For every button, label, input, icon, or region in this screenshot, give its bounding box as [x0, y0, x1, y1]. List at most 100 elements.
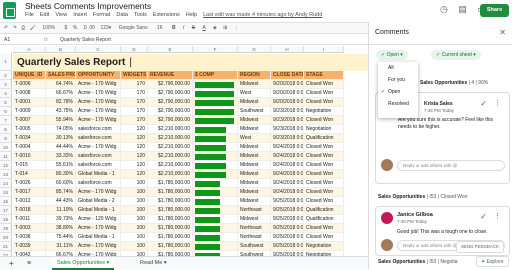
data-cell[interactable]: 66.67% — [46, 89, 76, 98]
comp-cell[interactable] — [193, 98, 238, 107]
data-cell[interactable]: 9/24/2018 0:00:00 — [271, 170, 304, 179]
comp-cell[interactable] — [193, 170, 238, 179]
data-cell[interactable]: Closed Won — [304, 143, 344, 152]
data-cell[interactable]: Closed Won — [304, 197, 344, 206]
data-cell[interactable]: 100 — [121, 206, 148, 215]
data-cell[interactable]: Acme - 170 Widg — [76, 143, 121, 152]
data-cell[interactable]: 9/25/2018 0:00:00 — [271, 206, 304, 215]
spreadsheet-grid[interactable]: ABCDEFGHI 1 2 3 4 5 6 7 8 9 10 11 12 13 14 15 16 17 18 19 2… — [0, 46, 368, 256]
data-cell[interactable]: 120 — [121, 125, 148, 134]
data-cell[interactable]: 30.13% — [46, 134, 76, 143]
comp-cell[interactable] — [193, 224, 238, 233]
data-cell[interactable]: Qualification — [304, 215, 344, 224]
column-letter[interactable]: G — [238, 46, 271, 53]
all-sheets-button[interactable]: ≡ — [22, 257, 36, 270]
data-cell[interactable]: Midwest — [238, 161, 271, 170]
data-cell[interactable]: T-014 — [13, 170, 46, 179]
data-cell[interactable]: 120 — [121, 161, 148, 170]
data-cell[interactable]: Global Media - 1 — [76, 233, 121, 242]
row-number[interactable]: 12 — [0, 161, 12, 170]
row-number[interactable]: 7 — [0, 116, 12, 125]
scope-filter[interactable]: ✓ Current sheet ▾ — [431, 50, 481, 60]
row-number[interactable]: 8 — [0, 125, 12, 134]
data-cell[interactable]: 85.74% — [46, 188, 76, 197]
strikethrough-button[interactable]: S — [192, 25, 195, 31]
data-cell[interactable]: $1,780,000.00 — [148, 188, 193, 197]
data-cell[interactable]: $2,790,000.00 — [148, 98, 193, 107]
data-cell[interactable]: Qualification — [304, 134, 344, 143]
column-letter[interactable]: A — [13, 46, 46, 53]
header-cell[interactable]: UNIQUE_ID — [13, 71, 46, 80]
row-number[interactable]: 20 — [0, 233, 12, 242]
comp-cell[interactable] — [193, 134, 238, 143]
data-cell[interactable]: 100 — [121, 224, 148, 233]
decimal-buttons[interactable]: .0 .00 — [83, 25, 96, 31]
row-number[interactable]: 13 — [0, 170, 12, 179]
data-cell[interactable]: Negotiation — [304, 125, 344, 134]
data-cell[interactable]: Closed Won — [304, 188, 344, 197]
data-cell[interactable]: 9/24/2018 0:00:00 — [271, 179, 304, 188]
data-cell[interactable]: T-0007 — [13, 116, 46, 125]
comp-cell[interactable] — [193, 215, 238, 224]
data-cell[interactable]: $2,210,000.00 — [148, 170, 193, 179]
status-filter[interactable]: ✓ Open ▾ — [376, 50, 408, 60]
data-cell[interactable]: salesforce.com — [76, 179, 121, 188]
data-cell[interactable]: 9/25/2018 0:00:00 — [271, 197, 304, 206]
data-cell[interactable]: T-0017 — [13, 188, 46, 197]
data-cell[interactable]: 120 — [121, 152, 148, 161]
data-cell[interactable]: Qualification — [304, 206, 344, 215]
column-letter[interactable]: H — [271, 46, 304, 53]
comp-cell[interactable] — [193, 206, 238, 215]
menu-insert[interactable]: Insert — [73, 12, 87, 18]
data-cell[interactable]: Global Media - 1 — [76, 170, 121, 179]
row-number[interactable]: 6 — [0, 107, 12, 116]
data-cell[interactable]: T-0012 — [13, 197, 46, 206]
borders-icon[interactable]: ⊞ — [223, 25, 227, 31]
data-cell[interactable]: $1,780,000.00 — [148, 224, 193, 233]
data-cell[interactable]: Midwest — [238, 215, 271, 224]
data-cell[interactable]: $2,210,000.00 — [148, 134, 193, 143]
data-cell[interactable]: 9/20/2018 0:00:00 — [271, 98, 304, 107]
comp-cell[interactable] — [193, 197, 238, 206]
data-cell[interactable]: $2,790,000.00 — [148, 107, 193, 116]
data-cell[interactable]: Southwest — [238, 107, 271, 116]
column-letter[interactable]: E — [148, 46, 193, 53]
more-options-icon[interactable]: ⋮ — [494, 99, 501, 107]
data-cell[interactable]: T-0003 — [13, 224, 46, 233]
data-cell[interactable]: T-0034 — [13, 134, 46, 143]
more-icon[interactable]: ⋮ — [234, 25, 239, 31]
data-cell[interactable]: Acme - 170 Widg — [76, 116, 121, 125]
row-number[interactable]: 19 — [0, 224, 12, 233]
data-cell[interactable]: 120 — [121, 170, 148, 179]
data-cell[interactable]: Acme - 170 Widg — [76, 242, 121, 251]
column-letter[interactable]: F — [193, 46, 238, 53]
header-cell[interactable]: $ COMP — [193, 71, 238, 80]
data-cell[interactable]: Acme - 170 Widg — [76, 80, 121, 89]
data-cell[interactable]: Closed Won — [304, 116, 344, 125]
bold-button[interactable]: B — [172, 25, 176, 31]
header-cell[interactable]: STAGE — [304, 71, 344, 80]
row-number[interactable]: 1 — [0, 53, 12, 71]
row-number[interactable]: 15 — [0, 188, 12, 197]
header-cell[interactable]: REVENUE — [148, 71, 193, 80]
data-cell[interactable]: 9/23/2018 0:00:00 — [271, 116, 304, 125]
data-cell[interactable]: T-0009 — [13, 107, 46, 116]
data-cell[interactable]: 33.33% — [46, 152, 76, 161]
row-number[interactable]: 10 — [0, 143, 12, 152]
comp-cell[interactable] — [193, 89, 238, 98]
menu-option-open[interactable]: ✓ Open — [378, 86, 418, 98]
data-cell[interactable]: 9/20/2018 0:00:00 — [271, 89, 304, 98]
data-cell[interactable]: Northeast — [238, 233, 271, 242]
data-cell[interactable]: Midwest — [238, 188, 271, 197]
data-cell[interactable]: 170 — [121, 98, 148, 107]
data-cell[interactable]: $2,210,000.00 — [148, 152, 193, 161]
data-cell[interactable]: 100 — [121, 233, 148, 242]
data-cell[interactable]: Midwest — [238, 125, 271, 134]
row-number[interactable]: 17 — [0, 206, 12, 215]
italic-button[interactable]: I — [183, 25, 184, 31]
data-cell[interactable]: Midwest — [238, 143, 271, 152]
tab-read-me[interactable]: Read Me ▾ — [135, 257, 172, 270]
menu-tools[interactable]: Tools — [134, 12, 147, 18]
data-cell[interactable]: salesforce.com — [76, 125, 121, 134]
data-cell[interactable]: $1,780,000.00 — [148, 233, 193, 242]
